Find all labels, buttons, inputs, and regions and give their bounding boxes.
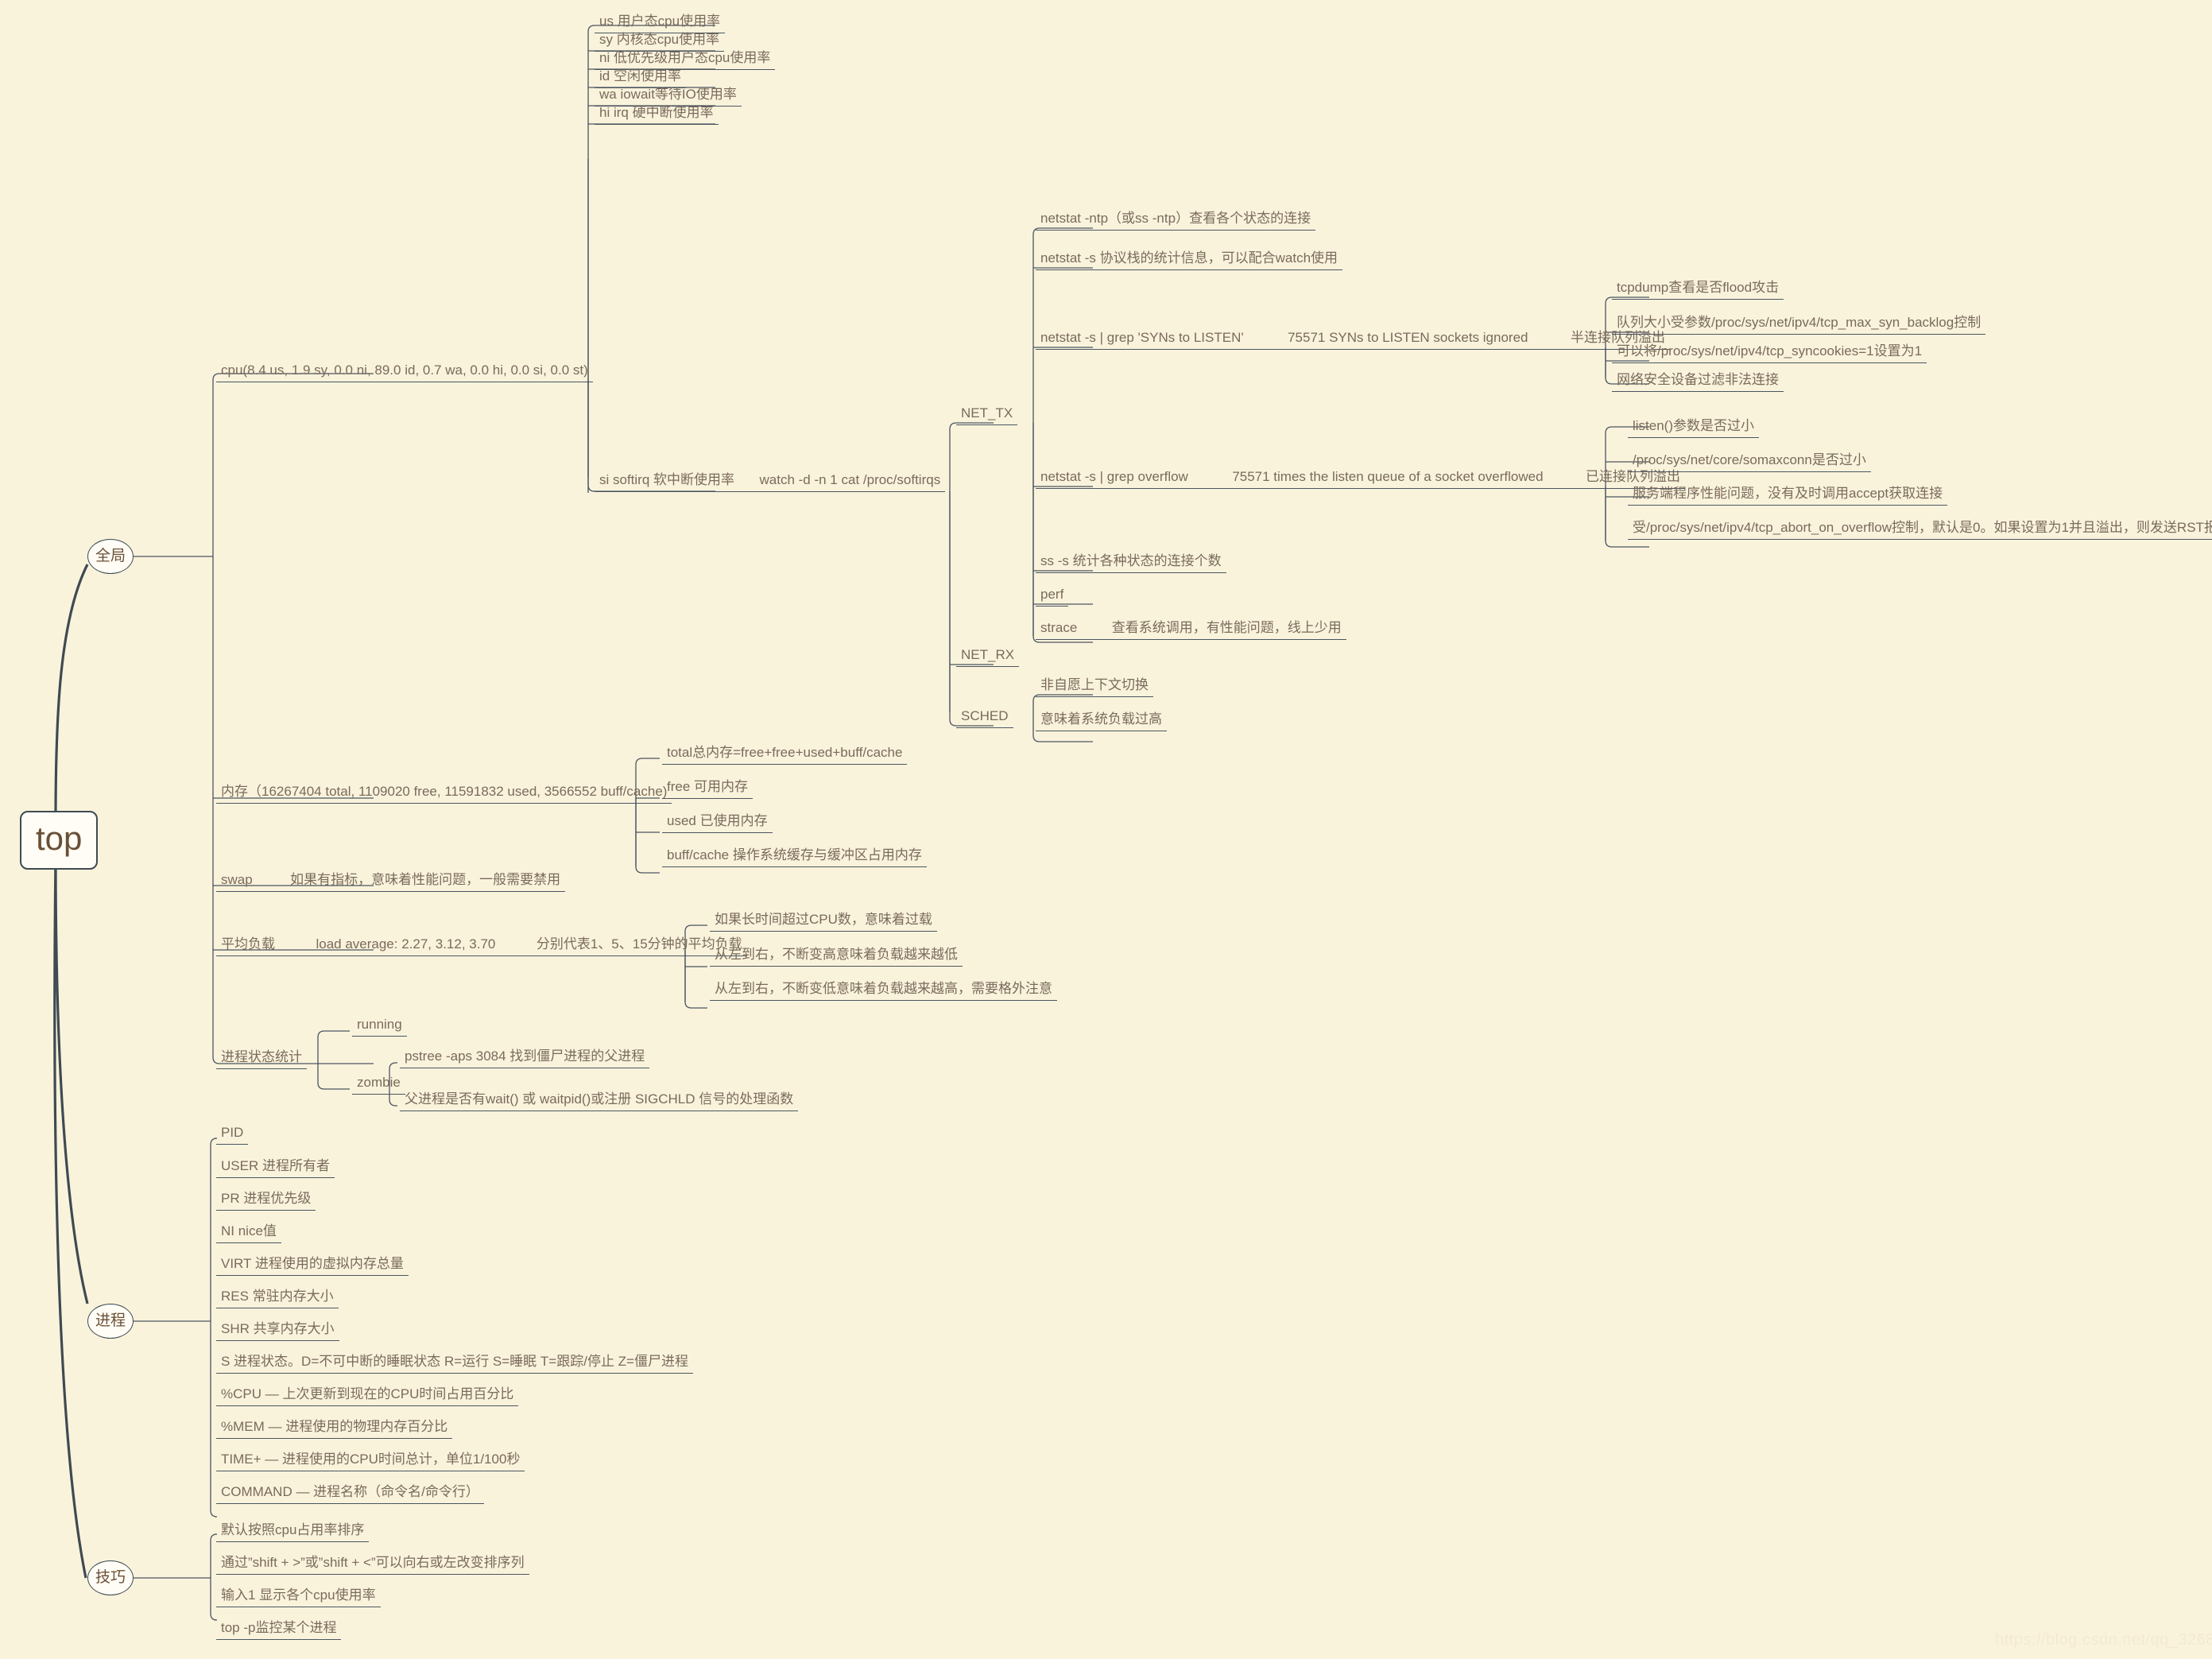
loadavg-item-overload[interactable]: 如果长时间超过CPU数，意味着过载 bbox=[710, 911, 937, 932]
overflow-cause-somaxconn[interactable]: /proc/sys/net/core/somaxconn是否过小 bbox=[1628, 452, 1871, 472]
swap-node[interactable]: swap 如果有指标，意味着性能问题，一般需要禁用 bbox=[216, 871, 566, 892]
syn-cause-tcpdump[interactable]: tcpdump查看是否flood攻击 bbox=[1612, 279, 1784, 300]
net-tx-item-ss-s[interactable]: ss -s 统计各种状态的连接个数 bbox=[1036, 552, 1226, 573]
cpu-field-ni[interactable]: ni 低优先级用户态cpu使用率 bbox=[595, 49, 776, 70]
overflow-cause-accept-slow[interactable]: 服务端程序性能问题，没有及时调用accept获取连接 bbox=[1628, 485, 1948, 506]
zombie-item-wait-handler[interactable]: 父进程是否有wait() 或 waitpid()或注册 SIGCHLD 信号的处… bbox=[400, 1091, 799, 1111]
overflow-cause-abort-on-overflow[interactable]: 受/proc/sys/net/ipv4/tcp_abort_on_overflo… bbox=[1628, 519, 2212, 540]
process-field-pid[interactable]: PID bbox=[216, 1124, 249, 1145]
cpu-field-si[interactable]: si softirq 软中断使用率 watch -d -n 1 cat /pro… bbox=[595, 471, 946, 492]
branch-node-global[interactable]: 全局 bbox=[87, 539, 134, 574]
root-node[interactable]: top bbox=[20, 811, 99, 870]
net-tx-item-overflow[interactable]: netstat -s | grep overflow 75571 times t… bbox=[1036, 468, 1686, 489]
strace-label: strace bbox=[1040, 620, 1078, 635]
memory-item-free[interactable]: free 可用内存 bbox=[662, 778, 753, 799]
memory-item-buff-cache[interactable]: buff/cache 操作系统缓存与缓冲区占用内存 bbox=[662, 847, 927, 867]
net-tx-item-netstat-ntp[interactable]: netstat -ntp（或ss -ntp）查看各个状态的连接 bbox=[1036, 210, 1316, 231]
swap-note: 如果有指标，意味着性能问题，一般需要禁用 bbox=[290, 872, 561, 887]
loadavg-label: 平均负载 bbox=[221, 936, 275, 952]
procstat-item-zombie[interactable]: zombie bbox=[352, 1074, 405, 1095]
overflow-cause-listen-backlog[interactable]: listen()参数是否过小 bbox=[1628, 417, 1760, 438]
net-tx-item-netstat-s[interactable]: netstat -s 协议栈的统计信息，可以配合watch使用 bbox=[1036, 250, 1343, 270]
overflow-cmd: netstat -s | grep overflow bbox=[1040, 469, 1188, 484]
cpu-field-id[interactable]: id 空闲使用率 bbox=[595, 68, 686, 88]
loadavg-item-falling[interactable]: 从左到右，不断变低意味着负载越来越高，需要格外注意 bbox=[710, 980, 1057, 1001]
softirq-group-sched[interactable]: SCHED bbox=[956, 707, 1013, 728]
cpu-field-si-note: watch -d -n 1 cat /proc/softirqs bbox=[759, 472, 941, 487]
branch-node-tips[interactable]: 技巧 bbox=[87, 1560, 134, 1595]
net-tx-item-syns-to-listen[interactable]: netstat -s | grep 'SYNs to LISTEN' 75571… bbox=[1036, 329, 1670, 350]
syns-to-listen-cmd: netstat -s | grep 'SYNs to LISTEN' bbox=[1040, 330, 1244, 345]
process-field-command[interactable]: COMMAND — 进程名称（命令名/命令行） bbox=[216, 1483, 484, 1504]
process-field-ni[interactable]: NI nice值 bbox=[216, 1223, 281, 1243]
process-field-virt[interactable]: VIRT 进程使用的虚拟内存总量 bbox=[216, 1255, 409, 1276]
syns-to-listen-value: 75571 SYNs to LISTEN sockets ignored bbox=[1288, 330, 1528, 345]
cpu-field-hi[interactable]: hi irq 硬中断使用率 bbox=[595, 104, 719, 125]
branch-node-process[interactable]: 进程 bbox=[87, 1304, 134, 1339]
process-field-pr[interactable]: PR 进程优先级 bbox=[216, 1190, 316, 1211]
softirq-group-net-tx[interactable]: NET_TX bbox=[956, 405, 1018, 425]
cpu-field-us[interactable]: us 用户态cpu使用率 bbox=[595, 13, 726, 33]
process-field-cpu-pct[interactable]: %CPU — 上次更新到现在的CPU时间占用百分比 bbox=[216, 1386, 519, 1406]
tip-default-sort[interactable]: 默认按照cpu占用率排序 bbox=[216, 1521, 370, 1542]
cpu-field-si-label: si softirq 软中断使用率 bbox=[599, 472, 735, 487]
tip-press-1[interactable]: 输入1 显示各个cpu使用率 bbox=[216, 1587, 381, 1607]
overflow-value: 75571 times the listen queue of a socket… bbox=[1232, 469, 1544, 484]
process-field-res[interactable]: RES 常驻内存大小 bbox=[216, 1288, 339, 1308]
cpu-field-sy[interactable]: sy 内核态cpu使用率 bbox=[595, 31, 725, 52]
process-field-shr[interactable]: SHR 共享内存大小 bbox=[216, 1320, 339, 1341]
cpu-summary-node[interactable]: cpu(8.4 us, 1.9 sy, 0.0 ni, 89.0 id, 0.7… bbox=[216, 362, 593, 382]
mindmap-canvas: top 全局 进程 技巧 cpu(8.4 us, 1.9 sy, 0.0 ni,… bbox=[0, 0, 2212, 1659]
memory-item-used[interactable]: used 已使用内存 bbox=[662, 812, 773, 833]
watermark: https://blog.csdn.net/qq_32680371 bbox=[1995, 1631, 2212, 1649]
procstat-item-running[interactable]: running bbox=[352, 1016, 407, 1037]
softirq-group-net-rx[interactable]: NET_RX bbox=[956, 646, 1020, 667]
process-field-mem-pct[interactable]: %MEM — 进程使用的物理内存百分比 bbox=[216, 1418, 453, 1439]
syn-cause-backlog[interactable]: 队列大小受参数/proc/sys/net/ipv4/tcp_max_syn_ba… bbox=[1612, 314, 1986, 335]
process-field-user[interactable]: USER 进程所有者 bbox=[216, 1157, 335, 1178]
loadavg-value: load average: 2.27, 3.12, 3.70 bbox=[316, 936, 496, 952]
syn-cause-security-device[interactable]: 网络安全设备过滤非法连接 bbox=[1612, 371, 1784, 392]
memory-summary-node[interactable]: 内存（16267404 total, 1109020 free, 1159183… bbox=[216, 783, 672, 804]
tip-shift-sort[interactable]: 通过”shift + >”或”shift + <”可以向右或左改变排序列 bbox=[216, 1554, 529, 1575]
syn-cause-syncookies[interactable]: 可以将/proc/sys/net/ipv4/tcp_syncookies=1设置… bbox=[1612, 343, 1927, 363]
process-field-time[interactable]: TIME+ — 进程使用的CPU时间总计，单位1/100秒 bbox=[216, 1451, 525, 1471]
swap-label: swap bbox=[221, 872, 253, 887]
process-field-s[interactable]: S 进程状态。D=不可中断的睡眠状态 R=运行 S=睡眠 T=跟踪/停止 Z=僵… bbox=[216, 1353, 693, 1374]
strace-note: 查看系统调用，有性能问题，线上少用 bbox=[1111, 620, 1342, 635]
net-tx-item-strace[interactable]: strace 查看系统调用，有性能问题，线上少用 bbox=[1036, 619, 1346, 640]
loadavg-item-rising[interactable]: 从左到右，不断变高意味着负载越来越低 bbox=[710, 946, 963, 967]
procstat-node[interactable]: 进程状态统计 bbox=[216, 1049, 307, 1069]
tip-top-p[interactable]: top -p监控某个进程 bbox=[216, 1619, 342, 1640]
sched-item-nonvoluntary-switch[interactable]: 非自愿上下文切换 bbox=[1036, 676, 1153, 697]
net-tx-item-perf[interactable]: perf bbox=[1036, 586, 1069, 607]
cpu-field-wa[interactable]: wa iowait等待IO使用率 bbox=[595, 86, 742, 107]
loadavg-node[interactable]: 平均负载 load average: 2.27, 3.12, 3.70 分别代表… bbox=[216, 936, 747, 956]
memory-item-total[interactable]: total总内存=free+free+used+buff/cache bbox=[662, 744, 908, 765]
zombie-item-pstree[interactable]: pstree -aps 3084 找到僵尸进程的父进程 bbox=[400, 1048, 650, 1068]
overflow-tag: 已连接队列溢出 bbox=[1586, 469, 1681, 484]
sched-item-high-load[interactable]: 意味着系统负载过高 bbox=[1036, 711, 1167, 731]
